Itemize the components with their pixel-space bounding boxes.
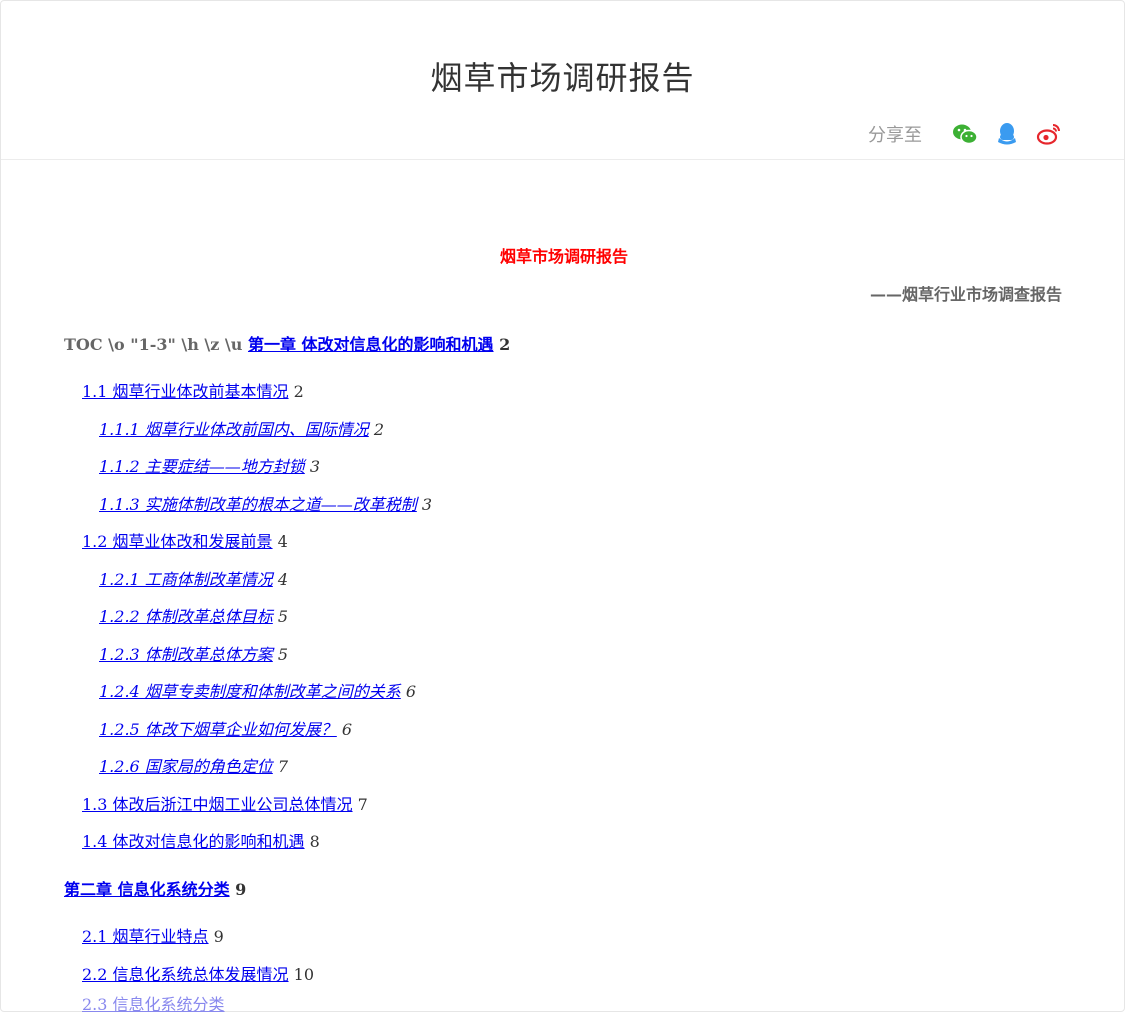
toc-entry-chapter-1: TOC \o "1-3" \h \z \u 第一章 体改对信息化的影响和机遇 2 <box>64 331 510 355</box>
toc-entry: 1.1.2 主要症结——地方封锁 3 <box>99 453 320 477</box>
toc-link[interactable]: 1.2 烟草业体改和发展前景 <box>82 532 273 551</box>
share-label: 分享至 <box>868 125 922 146</box>
toc-page-number: 10 <box>293 965 314 984</box>
toc-link[interactable]: 1.4 体改对信息化的影响和机遇 <box>82 832 305 851</box>
article-header: 烟草市场调研报告 分享至 <box>1 1 1124 160</box>
toc-link[interactable]: 1.2.1 工商体制改革情况 <box>99 570 273 589</box>
toc-page-number: 2 <box>293 382 304 401</box>
toc-entry: 1.4 体改对信息化的影响和机遇 8 <box>82 828 320 852</box>
toc-entry: 1.2.2 体制改革总体目标 5 <box>99 603 288 627</box>
toc-link[interactable]: 2.1 烟草行业特点 <box>82 927 209 946</box>
toc-page-number: 7 <box>277 757 289 776</box>
toc-entry-chapter-2: 第二章 信息化系统分类 9 <box>64 876 246 900</box>
toc-page-number: 6 <box>341 720 353 739</box>
page-title: 烟草市场调研报告 <box>430 59 695 97</box>
toc-link[interactable]: 2.2 信息化系统总体发展情况 <box>82 965 289 984</box>
toc-entry: 1.2.5 体改下烟草企业如何发展？ 6 <box>99 716 352 740</box>
share-bar: 分享至 <box>868 121 1062 147</box>
toc-entry: 2.3 信息化系统分类 <box>82 991 225 1015</box>
toc-page-number: 5 <box>277 645 289 664</box>
toc-field-code: TOC \o "1-3" \h \z \u <box>64 335 243 354</box>
toc-entry: 1.2.6 国家局的角色定位 7 <box>99 753 288 777</box>
toc-entry: 2.1 烟草行业特点 9 <box>82 923 224 947</box>
toc-page-number: 4 <box>277 532 288 551</box>
toc-page-number: 4 <box>277 570 289 589</box>
toc-link[interactable]: 1.1.3 实施体制改革的根本之道——改革税制 <box>99 495 417 514</box>
toc-entry: 1.1.3 实施体制改革的根本之道——改革税制 3 <box>99 491 432 515</box>
toc-page-number: 2 <box>499 335 511 354</box>
toc-entry: 1.1.1 烟草行业体改前国内、国际情况 2 <box>99 416 384 440</box>
toc-entry: 1.2.1 工商体制改革情况 4 <box>99 566 288 590</box>
toc-page-number: 9 <box>235 880 247 899</box>
toc-link[interactable]: 1.1 烟草行业体改前基本情况 <box>82 382 289 401</box>
toc-page-number: 2 <box>373 420 385 439</box>
toc-link[interactable]: 第二章 信息化系统分类 <box>64 880 230 899</box>
qq-icon[interactable] <box>994 121 1020 147</box>
toc-link[interactable]: 1.2.4 烟草专卖制度和体制改革之间的关系 <box>99 682 401 701</box>
toc-link[interactable]: 1.3 体改后浙江中烟工业公司总体情况 <box>82 795 353 814</box>
toc-entry: 1.2 烟草业体改和发展前景 4 <box>82 528 288 552</box>
toc-page-number: 9 <box>213 927 224 946</box>
weibo-icon[interactable] <box>1036 121 1062 147</box>
toc-page-number: 6 <box>405 682 417 701</box>
document-subtitle: ——烟草行业市场调查报告 <box>869 285 1062 304</box>
toc-link[interactable]: 1.2.2 体制改革总体目标 <box>99 607 273 626</box>
toc-page-number: 3 <box>309 457 321 476</box>
toc-link[interactable]: 1.1.1 烟草行业体改前国内、国际情况 <box>99 420 369 439</box>
toc-link[interactable]: 第一章 体改对信息化的影响和机遇 <box>248 335 494 354</box>
toc-link[interactable]: 1.2.6 国家局的角色定位 <box>99 757 273 776</box>
toc-link[interactable]: 1.2.3 体制改革总体方案 <box>99 645 273 664</box>
document-title: 烟草市场调研报告 <box>499 247 628 266</box>
toc-link[interactable]: 1.2.5 体改下烟草企业如何发展？ <box>99 720 337 739</box>
wechat-icon[interactable] <box>952 121 978 147</box>
toc-entry: 2.2 信息化系统总体发展情况 10 <box>82 961 314 985</box>
toc-entry: 1.2.3 体制改革总体方案 5 <box>99 641 288 665</box>
article-card: 烟草市场调研报告 分享至 烟草市场调研报告 ——烟草行业市场调查报告 TOC \… <box>0 0 1125 1015</box>
toc-entry: 1.3 体改后浙江中烟工业公司总体情况 7 <box>82 791 368 815</box>
toc-page-number: 3 <box>421 495 433 514</box>
toc-entry: 1.2.4 烟草专卖制度和体制改革之间的关系 6 <box>99 678 416 702</box>
toc-link[interactable]: 1.1.2 主要症结——地方封锁 <box>99 457 305 476</box>
toc-page-number: 8 <box>309 832 320 851</box>
toc-page-number: 7 <box>357 795 368 814</box>
toc-link[interactable]: 2.3 信息化系统分类 <box>82 995 225 1014</box>
toc-page-number: 5 <box>277 607 289 626</box>
toc-entry: 1.1 烟草行业体改前基本情况 2 <box>82 378 304 402</box>
